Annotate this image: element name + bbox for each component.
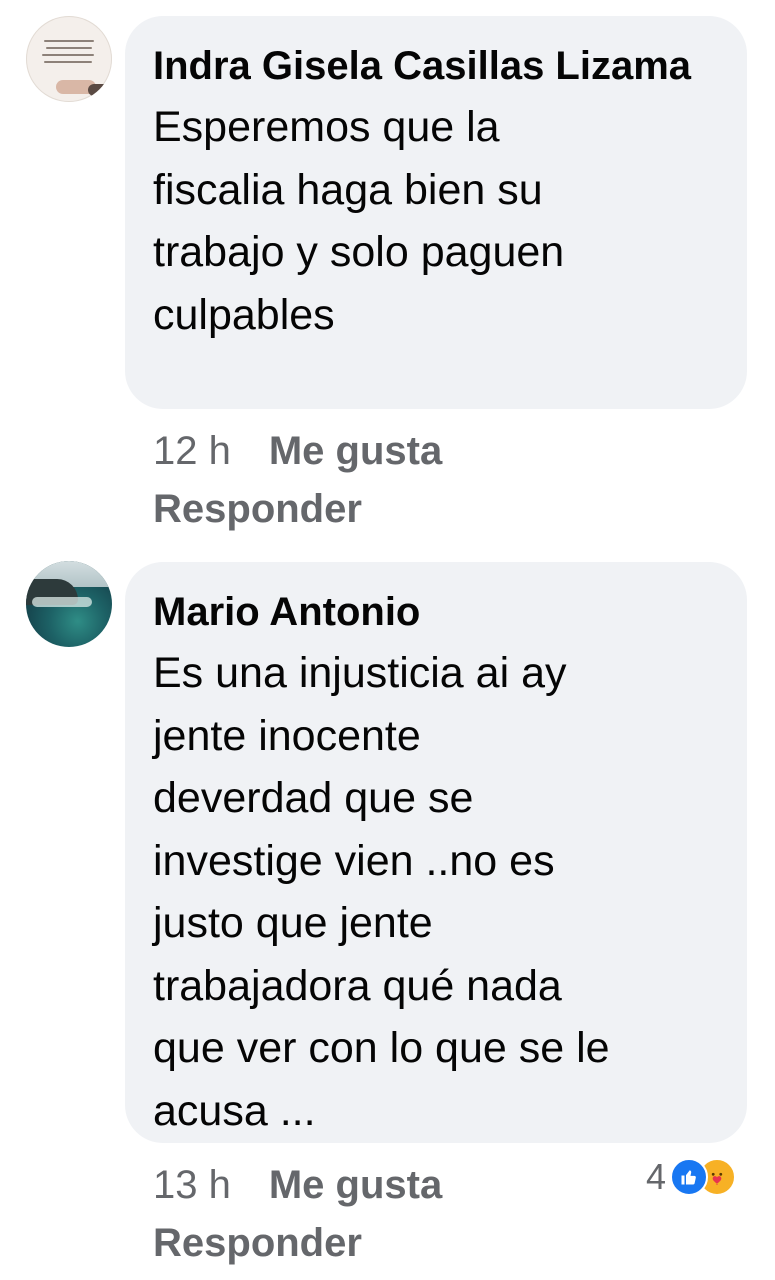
avatar[interactable] xyxy=(26,561,112,647)
reply-button[interactable]: Responder xyxy=(153,480,633,538)
comment-actions: 12 h Me gusta Responder xyxy=(153,422,633,538)
comment-author[interactable]: Indra Gisela Casillas Lizama xyxy=(153,36,719,96)
comment-bubble: Indra Gisela Casillas Lizama Esperemos q… xyxy=(125,16,747,409)
comment-actions: 13 h Me gusta Responder xyxy=(153,1156,633,1272)
like-button[interactable]: Me gusta xyxy=(269,429,442,473)
reaction-summary[interactable]: 4 xyxy=(646,1152,737,1202)
comment-timestamp[interactable]: 13 h xyxy=(153,1163,231,1207)
reaction-count: 4 xyxy=(646,1156,667,1197)
comment-text: Esperemos que la fiscalia haga bien su t… xyxy=(153,103,565,339)
reply-button[interactable]: Responder xyxy=(153,1214,633,1272)
comment-author[interactable]: Mario Antonio xyxy=(153,582,719,642)
comment-timestamp[interactable]: 12 h xyxy=(153,429,231,473)
like-icon xyxy=(670,1158,709,1196)
comment-bubble: Mario Antonio Es una injusticia ai ay je… xyxy=(125,562,747,1143)
avatar[interactable] xyxy=(26,16,112,102)
like-button[interactable]: Me gusta xyxy=(269,1163,442,1207)
comment-text: Es una injusticia ai ay jente inocente d… xyxy=(153,649,610,1135)
